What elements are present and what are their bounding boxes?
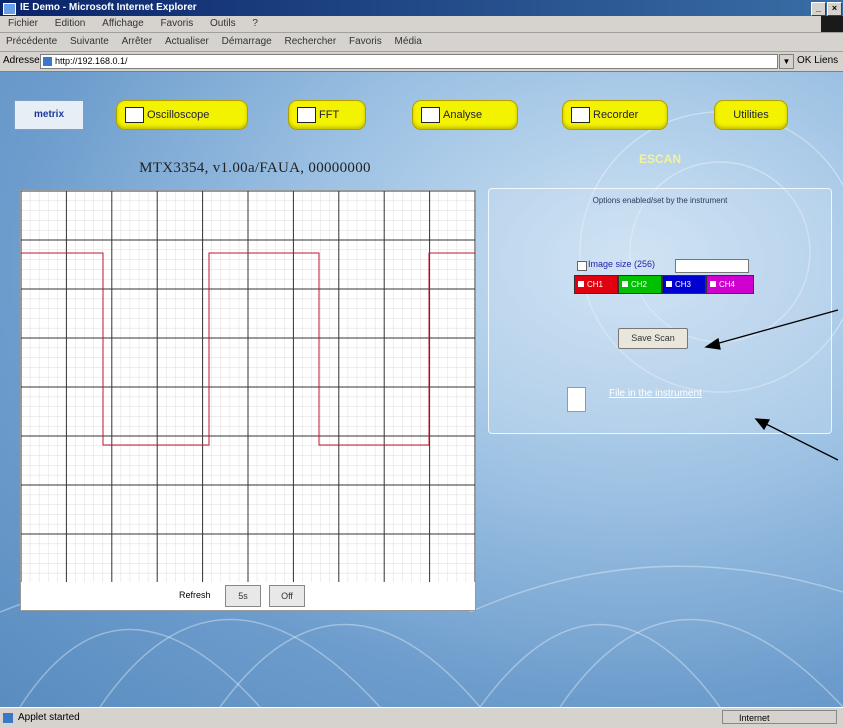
- arrow-head: [754, 418, 771, 431]
- arrow-head: [704, 337, 721, 350]
- status-text: Applet started: [18, 712, 80, 723]
- page-icon: [3, 713, 13, 723]
- arrow-to-file-link: [761, 421, 839, 461]
- arrow-to-save-button: [711, 309, 839, 346]
- annotation-arrows: [704, 309, 839, 461]
- security-zone: Internet: [722, 710, 837, 724]
- status-bar: Applet started Internet: [0, 707, 843, 728]
